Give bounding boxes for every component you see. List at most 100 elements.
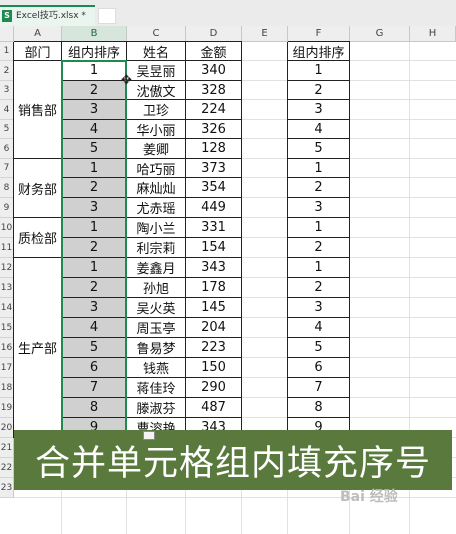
f-order-cell[interactable]: 6 (288, 358, 350, 378)
f-order-cell[interactable]: 5 (288, 139, 350, 159)
order-cell[interactable]: 4 (62, 318, 127, 338)
name-cell[interactable]: 吴火英 (127, 298, 186, 318)
column-header-e[interactable]: E (242, 26, 288, 42)
department-cell[interactable]: 生产部 (14, 258, 62, 438)
column-header-d[interactable]: D (186, 26, 242, 42)
column-header-h[interactable]: H (410, 26, 456, 42)
name-cell[interactable]: 滕淑芬 (127, 398, 186, 418)
f-order-cell[interactable]: 7 (288, 378, 350, 398)
row-header-6[interactable]: 6 (0, 139, 14, 159)
name-cell[interactable]: 孙旭 (127, 278, 186, 298)
row-header-19[interactable]: 19 (0, 398, 14, 418)
order-cell[interactable]: 1 (62, 159, 127, 178)
row-header-17[interactable]: 17 (0, 358, 14, 378)
f-order-cell[interactable]: 8 (288, 398, 350, 418)
column-header-g[interactable]: G (350, 26, 410, 42)
column-header-b[interactable]: B (62, 26, 127, 42)
order-cell[interactable]: 4 (62, 120, 127, 139)
f-order-cell[interactable]: 2 (288, 81, 350, 100)
row-header-1[interactable]: 1 (0, 42, 14, 61)
name-cell[interactable]: 华小丽 (127, 120, 186, 139)
department-cell[interactable]: 销售部 (14, 61, 62, 159)
amount-cell[interactable]: 487 (186, 398, 242, 418)
department-cell[interactable]: 财务部 (14, 159, 62, 218)
amount-cell[interactable]: 204 (186, 318, 242, 338)
f-order-cell[interactable]: 1 (288, 258, 350, 278)
order-cell[interactable]: 2 (62, 238, 127, 258)
f-order-cell[interactable]: 1 (288, 159, 350, 178)
f-order-cell[interactable]: 2 (288, 278, 350, 298)
row-header-5[interactable]: 5 (0, 120, 14, 139)
header-amount[interactable]: 金额 (186, 42, 242, 61)
row-header-18[interactable]: 18 (0, 378, 14, 398)
row-header-2[interactable]: 2 (0, 61, 14, 81)
row-header-14[interactable]: 14 (0, 298, 14, 318)
row-header-23[interactable]: 23 (0, 478, 14, 498)
order-cell[interactable]: 3 (62, 198, 127, 218)
row-header-20[interactable]: 20 (0, 418, 14, 438)
amount-cell[interactable]: 331 (186, 218, 242, 238)
name-cell[interactable]: 麻灿灿 (127, 178, 186, 198)
amount-cell[interactable]: 178 (186, 278, 242, 298)
order-cell[interactable]: 7 (62, 378, 127, 398)
amount-cell[interactable]: 343 (186, 258, 242, 278)
f-order-cell[interactable]: 3 (288, 100, 350, 120)
f-order-cell[interactable]: 4 (288, 120, 350, 139)
select-all-corner[interactable] (0, 26, 14, 42)
order-cell[interactable]: 3 (62, 298, 127, 318)
header-order-f[interactable]: 组内排序 (288, 42, 350, 61)
new-tab-button[interactable] (98, 8, 116, 24)
column-header-a[interactable]: A (14, 26, 62, 42)
row-header-12[interactable]: 12 (0, 258, 14, 278)
name-cell[interactable]: 蒋佳玲 (127, 378, 186, 398)
row-header-16[interactable]: 16 (0, 338, 14, 358)
row-header-11[interactable]: 11 (0, 238, 14, 258)
amount-cell[interactable]: 128 (186, 139, 242, 159)
name-cell[interactable]: 周玉亭 (127, 318, 186, 338)
tab-excel-file[interactable]: S Excel技巧.xlsx * (0, 5, 95, 26)
name-cell[interactable]: 钱燕 (127, 358, 186, 378)
row-header-7[interactable]: 7 (0, 159, 14, 178)
amount-cell[interactable]: 340 (186, 61, 242, 81)
order-cell[interactable]: 1 (62, 61, 127, 81)
name-cell[interactable]: 卫珍 (127, 100, 186, 120)
name-cell[interactable]: 吴昱丽 (127, 61, 186, 81)
amount-cell[interactable]: 290 (186, 378, 242, 398)
order-cell[interactable]: 2 (62, 278, 127, 298)
header-dept[interactable]: 部门 (14, 42, 62, 61)
amount-cell[interactable]: 223 (186, 338, 242, 358)
order-cell[interactable]: 6 (62, 358, 127, 378)
amount-cell[interactable]: 154 (186, 238, 242, 258)
name-cell[interactable]: 姜卿 (127, 139, 186, 159)
f-order-cell[interactable]: 3 (288, 198, 350, 218)
order-cell[interactable]: 2 (62, 81, 127, 100)
f-order-cell[interactable]: 1 (288, 61, 350, 81)
order-cell[interactable]: 1 (62, 218, 127, 238)
column-header-f[interactable]: F (288, 26, 350, 42)
amount-cell[interactable]: 354 (186, 178, 242, 198)
amount-cell[interactable]: 449 (186, 198, 242, 218)
amount-cell[interactable]: 145 (186, 298, 242, 318)
row-header-22[interactable]: 22 (0, 458, 14, 478)
order-cell[interactable]: 1 (62, 258, 127, 278)
row-header-3[interactable]: 3 (0, 81, 14, 100)
order-cell[interactable]: 5 (62, 139, 127, 159)
row-header-9[interactable]: 9 (0, 198, 14, 218)
row-header-21[interactable]: 21 (0, 438, 14, 458)
order-cell[interactable]: 2 (62, 178, 127, 198)
column-header-c[interactable]: C (127, 26, 186, 42)
f-order-cell[interactable]: 5 (288, 338, 350, 358)
amount-cell[interactable]: 328 (186, 81, 242, 100)
name-cell[interactable]: 利宗莉 (127, 238, 186, 258)
row-header-15[interactable]: 15 (0, 318, 14, 338)
header-order[interactable]: 组内排序 (62, 42, 127, 61)
row-header-8[interactable]: 8 (0, 178, 14, 198)
order-cell[interactable]: 3 (62, 100, 127, 120)
amount-cell[interactable]: 224 (186, 100, 242, 120)
amount-cell[interactable]: 373 (186, 159, 242, 178)
name-cell[interactable]: 姜鑫月 (127, 258, 186, 278)
order-cell[interactable]: 8 (62, 398, 127, 418)
name-cell[interactable]: 沈傲文 (127, 81, 186, 100)
row-header-4[interactable]: 4 (0, 100, 14, 120)
f-order-cell[interactable]: 4 (288, 318, 350, 338)
